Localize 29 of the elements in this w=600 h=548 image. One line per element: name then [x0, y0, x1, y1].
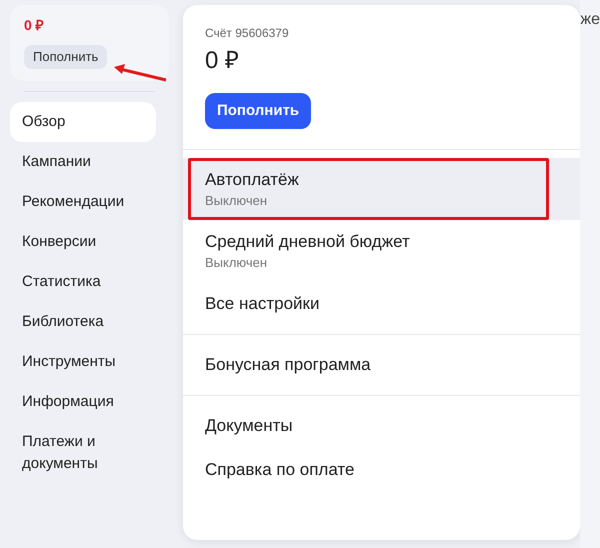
nav-item[interactable]: Рекомендации	[10, 182, 156, 222]
menu-item-label: Средний дневной бюджет	[204, 231, 411, 253]
balance-amount: 0 ₽	[24, 16, 45, 35]
menu-item[interactable]: Автоплатёж Выключен	[182, 158, 580, 220]
nav-item[interactable]: Инструменты	[10, 342, 156, 382]
menu-item-label: Справка по оплате	[204, 459, 356, 481]
menu-item-label: Документы	[204, 415, 294, 437]
nav-item[interactable]: Платежи и документы	[10, 422, 156, 484]
nav-item[interactable]: Библиотека	[10, 302, 156, 342]
nav-item[interactable]: Конверсии	[10, 222, 156, 262]
nav-item[interactable]: Информация	[10, 382, 156, 422]
account-number: Счёт 95606379	[204, 25, 289, 41]
menu-item[interactable]: Средний дневной бюджет Выключен	[182, 220, 580, 282]
menu-item-label: Все настройки	[204, 293, 320, 315]
nav-item[interactable]: Кампании	[10, 142, 156, 182]
topup-button[interactable]: Пополнить	[24, 45, 108, 69]
menu-item[interactable]: Бонусная программа	[182, 343, 580, 387]
menu-item-status: Выключен	[204, 254, 268, 272]
menu-item-label: Бонусная программа	[204, 354, 372, 376]
menu-item[interactable]: Документы	[182, 404, 580, 448]
background-text: же	[580, 10, 600, 30]
menu-item-status: Выключен	[204, 192, 268, 210]
menu-item[interactable]: Справка по оплате	[182, 448, 580, 492]
menu-item-label: Автоплатёж	[204, 169, 300, 191]
nav-item[interactable]: Статистика	[10, 262, 156, 302]
nav-item[interactable]: Обзор	[10, 102, 156, 142]
balance-amount: 0 ₽	[204, 46, 239, 76]
menu-item[interactable]: Все настройки	[182, 282, 580, 326]
topup-button[interactable]: Пополнить	[204, 93, 312, 129]
